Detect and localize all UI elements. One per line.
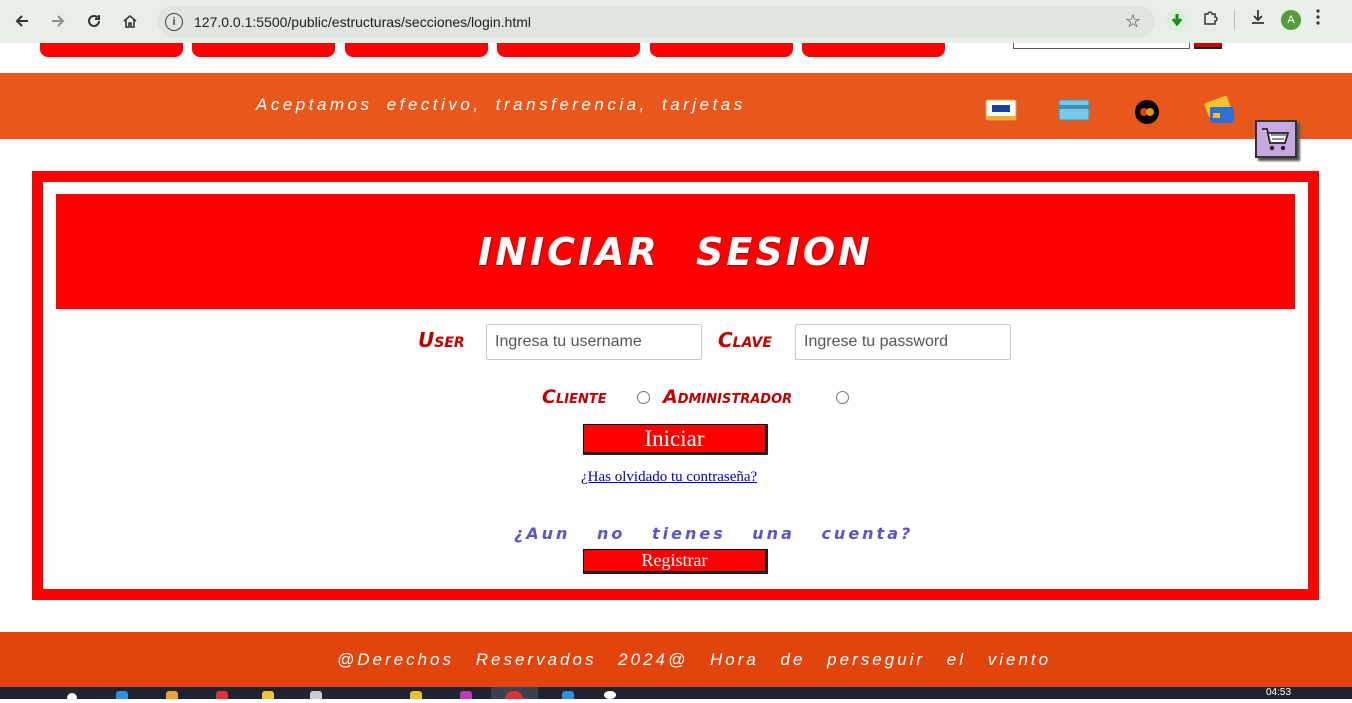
mastercard-icon	[1135, 100, 1159, 124]
browser-toolbar: i 127.0.0.1:5500/public/estructuras/secc…	[0, 0, 1352, 43]
payment-banner: Aceptamos efectivo, transferencia, tarje…	[0, 73, 1352, 139]
bookmark-star-icon[interactable]: ☆	[1125, 11, 1141, 32]
taskbar-active-app[interactable]	[491, 687, 538, 699]
site-info-icon[interactable]: i	[165, 12, 183, 31]
nav-pill-4[interactable]	[497, 43, 640, 57]
login-submit-button[interactable]: Iniciar	[583, 424, 768, 455]
taskbar-app-icon[interactable]	[562, 691, 574, 699]
taskbar-app-icon[interactable]	[460, 691, 472, 699]
taskbar-folder-icon[interactable]	[262, 691, 274, 699]
login-title: INICIAR SESION	[478, 229, 873, 274]
download-arrow-icon[interactable]	[1166, 8, 1188, 31]
login-panel: INICIAR SESION User Clave Cliente Admini…	[32, 171, 1319, 600]
chrome-icon	[505, 691, 523, 699]
role-cliente-radio[interactable]	[637, 391, 650, 404]
nav-pill-2[interactable]	[192, 43, 335, 57]
role-admin-label: Administrador	[663, 386, 793, 408]
profile-avatar[interactable]: A	[1281, 9, 1301, 30]
role-admin-radio[interactable]	[836, 391, 849, 404]
taskbar-app-icon[interactable]	[604, 691, 616, 699]
password-label: Clave	[718, 328, 772, 352]
login-header: INICIAR SESION	[56, 194, 1295, 309]
visa-card-icon	[985, 99, 1017, 121]
os-taskbar: 04:53	[0, 687, 1352, 703]
credit-card-icon	[1058, 99, 1090, 121]
register-button[interactable]: Registrar	[583, 549, 768, 574]
shopping-cart-icon	[1262, 128, 1290, 151]
taskbar-app-icon[interactable]	[166, 691, 178, 699]
forward-icon[interactable]	[45, 8, 71, 34]
nav-pill-3[interactable]	[345, 43, 488, 57]
downloads-icon[interactable]	[1249, 8, 1267, 31]
taskbar-app-icon[interactable]	[216, 691, 228, 699]
banner-text: Aceptamos efectivo, transferencia, tarje…	[256, 95, 746, 114]
user-label: User	[418, 328, 465, 352]
extensions-puzzle-icon[interactable]	[1202, 8, 1220, 31]
password-input[interactable]	[795, 324, 1011, 360]
search-input[interactable]	[1013, 43, 1190, 49]
url-text: 127.0.0.1:5500/public/estructuras/seccio…	[194, 13, 531, 30]
back-icon[interactable]	[9, 8, 35, 34]
reload-icon[interactable]	[81, 8, 107, 34]
extensions-area: A	[1166, 8, 1321, 31]
toolbar-divider	[1234, 10, 1235, 29]
taskbar-app-icon[interactable]	[310, 691, 322, 699]
page-footer: @Derechos Reservados 2024@ Hora de perse…	[0, 632, 1352, 687]
home-icon[interactable]	[117, 8, 143, 34]
no-account-text: ¿Aun no tienes una cuenta?	[514, 524, 914, 543]
forgot-password-link[interactable]: ¿Has olvidado tu contraseña?	[581, 469, 757, 486]
page-content: Aceptamos efectivo, transferencia, tarje…	[0, 43, 1352, 687]
taskbar-app-icon[interactable]	[410, 691, 422, 699]
search-button[interactable]	[1194, 43, 1222, 49]
nav-pill-6[interactable]	[802, 43, 945, 57]
cards-stack-icon	[1204, 95, 1234, 123]
nav-pill-1[interactable]	[40, 43, 183, 57]
role-cliente-label: Cliente	[542, 386, 607, 408]
footer-text: @Derechos Reservados 2024@ Hora de perse…	[337, 650, 1052, 669]
address-bar[interactable]: i 127.0.0.1:5500/public/estructuras/secc…	[157, 6, 1155, 37]
username-input[interactable]	[486, 324, 702, 360]
taskbar-app-icon[interactable]	[67, 693, 77, 703]
kebab-menu-icon[interactable]	[1315, 8, 1321, 31]
nav-pill-5[interactable]	[650, 43, 793, 57]
taskbar-clock: 04:53	[1266, 687, 1292, 698]
shopping-cart-button[interactable]	[1255, 120, 1297, 158]
taskbar-app-icon[interactable]	[116, 691, 128, 699]
